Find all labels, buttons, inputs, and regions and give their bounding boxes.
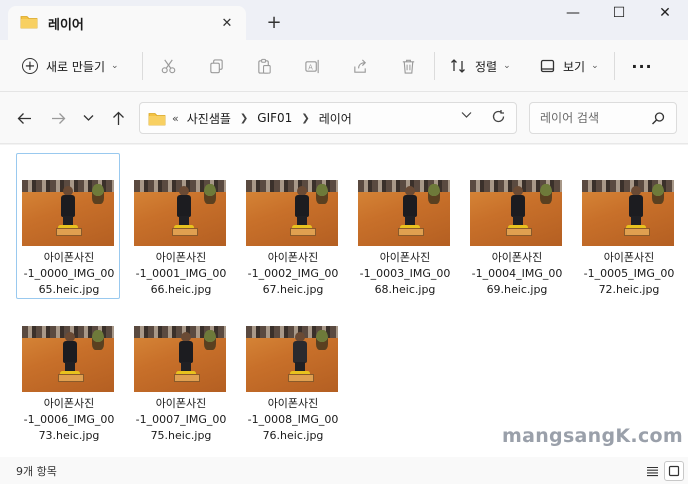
tab-close-button[interactable]: ✕: [218, 14, 236, 32]
details-view-button[interactable]: [642, 461, 662, 481]
forward-button[interactable]: [48, 108, 68, 128]
recent-locations-button[interactable]: [78, 108, 98, 128]
search-box[interactable]: [529, 102, 677, 134]
view-icon: [540, 59, 555, 73]
search-input[interactable]: [540, 111, 652, 125]
title-bar: 레이어 ✕ + — ☐ ✕: [0, 0, 688, 40]
file-item[interactable]: 아이폰사진 -1_0005_IMG_00 72.heic.jpg: [576, 153, 680, 299]
close-button[interactable]: ✕: [642, 0, 688, 26]
tab-title: 레이어: [48, 17, 84, 33]
delete-icon[interactable]: [396, 54, 420, 78]
file-thumbnail: [470, 180, 562, 246]
view-label: 보기: [563, 59, 586, 74]
file-name: 아이폰사진 -1_0004_IMG_00 69.heic.jpg: [471, 251, 563, 296]
chevron-down-icon: ⌄: [591, 61, 599, 71]
divider: [142, 52, 143, 80]
file-name: 아이폰사진 -1_0002_IMG_00 67.heic.jpg: [247, 251, 339, 296]
more-options-button[interactable]: ···: [628, 54, 656, 78]
file-item[interactable]: 아이폰사진 -1_0000_IMG_00 65.heic.jpg: [16, 153, 120, 299]
breadcrumb-chevron-icon[interactable]: ❯: [301, 113, 309, 124]
file-name: 아이폰사진 -1_0007_IMG_00 75.heic.jpg: [135, 397, 227, 442]
file-thumbnail: [134, 180, 226, 246]
sort-icon: [450, 58, 467, 74]
share-icon[interactable]: [348, 54, 372, 78]
chevron-down-icon: ⌄: [111, 61, 119, 71]
folder-icon: [148, 111, 166, 126]
search-icon[interactable]: [651, 111, 666, 130]
copy-icon[interactable]: [204, 54, 228, 78]
file-thumbnail: [22, 326, 114, 392]
file-name: 아이폰사진 -1_0001_IMG_00 66.heic.jpg: [135, 251, 227, 296]
file-thumbnail: [246, 180, 338, 246]
paste-icon[interactable]: [252, 54, 276, 78]
status-bar: 9개 항목: [0, 457, 688, 484]
breadcrumb-overflow[interactable]: «: [172, 112, 179, 125]
sort-button[interactable]: 정렬 ⌄: [450, 52, 511, 80]
new-button[interactable]: + 새로 만들기 ⌄: [16, 52, 119, 80]
item-count: 9개 항목: [16, 465, 57, 478]
file-thumbnail: [22, 180, 114, 246]
file-item[interactable]: 아이폰사진 -1_0004_IMG_00 69.heic.jpg: [464, 153, 568, 299]
file-item[interactable]: 아이폰사진 -1_0008_IMG_00 76.heic.jpg: [240, 299, 344, 445]
file-item[interactable]: 아이폰사진 -1_0002_IMG_00 67.heic.jpg: [240, 153, 344, 299]
breadcrumb-chevron-icon[interactable]: ❯: [240, 113, 248, 124]
breadcrumb-item[interactable]: 레이어: [319, 110, 352, 127]
refresh-icon[interactable]: [491, 109, 506, 128]
navigation-bar: « 사진샘플 ❯ GIF01 ❯ 레이어: [0, 92, 688, 144]
file-name: 아이폰사진 -1_0003_IMG_00 68.heic.jpg: [359, 251, 451, 296]
folder-icon: [20, 14, 38, 33]
file-item[interactable]: 아이폰사진 -1_0007_IMG_00 75.heic.jpg: [128, 299, 232, 445]
chevron-down-icon: ⌄: [503, 61, 511, 71]
file-name: 아이폰사진 -1_0005_IMG_00 72.heic.jpg: [583, 251, 675, 296]
address-bar[interactable]: « 사진샘플 ❯ GIF01 ❯ 레이어: [139, 102, 517, 134]
file-item[interactable]: 아이폰사진 -1_0006_IMG_00 73.heic.jpg: [16, 299, 120, 445]
file-name: 아이폰사진 -1_0000_IMG_00 65.heic.jpg: [23, 251, 115, 296]
svg-text:A: A: [308, 63, 313, 71]
file-thumbnail: [582, 180, 674, 246]
breadcrumb-item[interactable]: GIF01: [257, 111, 292, 125]
new-tab-button[interactable]: +: [262, 10, 286, 34]
up-button[interactable]: [108, 108, 128, 128]
file-grid: 아이폰사진 -1_0000_IMG_00 65.heic.jpg 아이폰사진 -…: [0, 145, 688, 457]
maximize-button[interactable]: ☐: [596, 0, 642, 26]
minimize-button[interactable]: —: [550, 0, 596, 26]
file-thumbnail: [358, 180, 450, 246]
view-button[interactable]: 보기 ⌄: [540, 52, 599, 80]
large-icons-view-button[interactable]: [664, 461, 684, 481]
file-name: 아이폰사진 -1_0008_IMG_00 76.heic.jpg: [247, 397, 339, 442]
file-thumbnail: [246, 326, 338, 392]
watermark: mangsangK.com: [502, 425, 683, 447]
divider: [434, 52, 435, 80]
file-name: 아이폰사진 -1_0006_IMG_00 73.heic.jpg: [23, 397, 115, 442]
chevron-down-icon[interactable]: [461, 111, 472, 122]
divider: [614, 52, 615, 80]
tab-layer[interactable]: 레이어 ✕: [8, 6, 246, 40]
rename-icon[interactable]: A: [300, 54, 324, 78]
back-button[interactable]: [14, 108, 34, 128]
new-button-label: 새로 만들기: [46, 59, 106, 74]
file-thumbnail: [134, 326, 226, 392]
plus-circle-icon: +: [22, 58, 38, 74]
file-item[interactable]: 아이폰사진 -1_0003_IMG_00 68.heic.jpg: [352, 153, 456, 299]
file-item[interactable]: 아이폰사진 -1_0001_IMG_00 66.heic.jpg: [128, 153, 232, 299]
sort-label: 정렬: [475, 59, 498, 74]
command-bar: + 새로 만들기 ⌄ A 정렬 ⌄ 보기 ⌄ ···: [0, 40, 688, 92]
cut-icon[interactable]: [156, 54, 180, 78]
breadcrumb-item[interactable]: 사진샘플: [187, 110, 231, 127]
